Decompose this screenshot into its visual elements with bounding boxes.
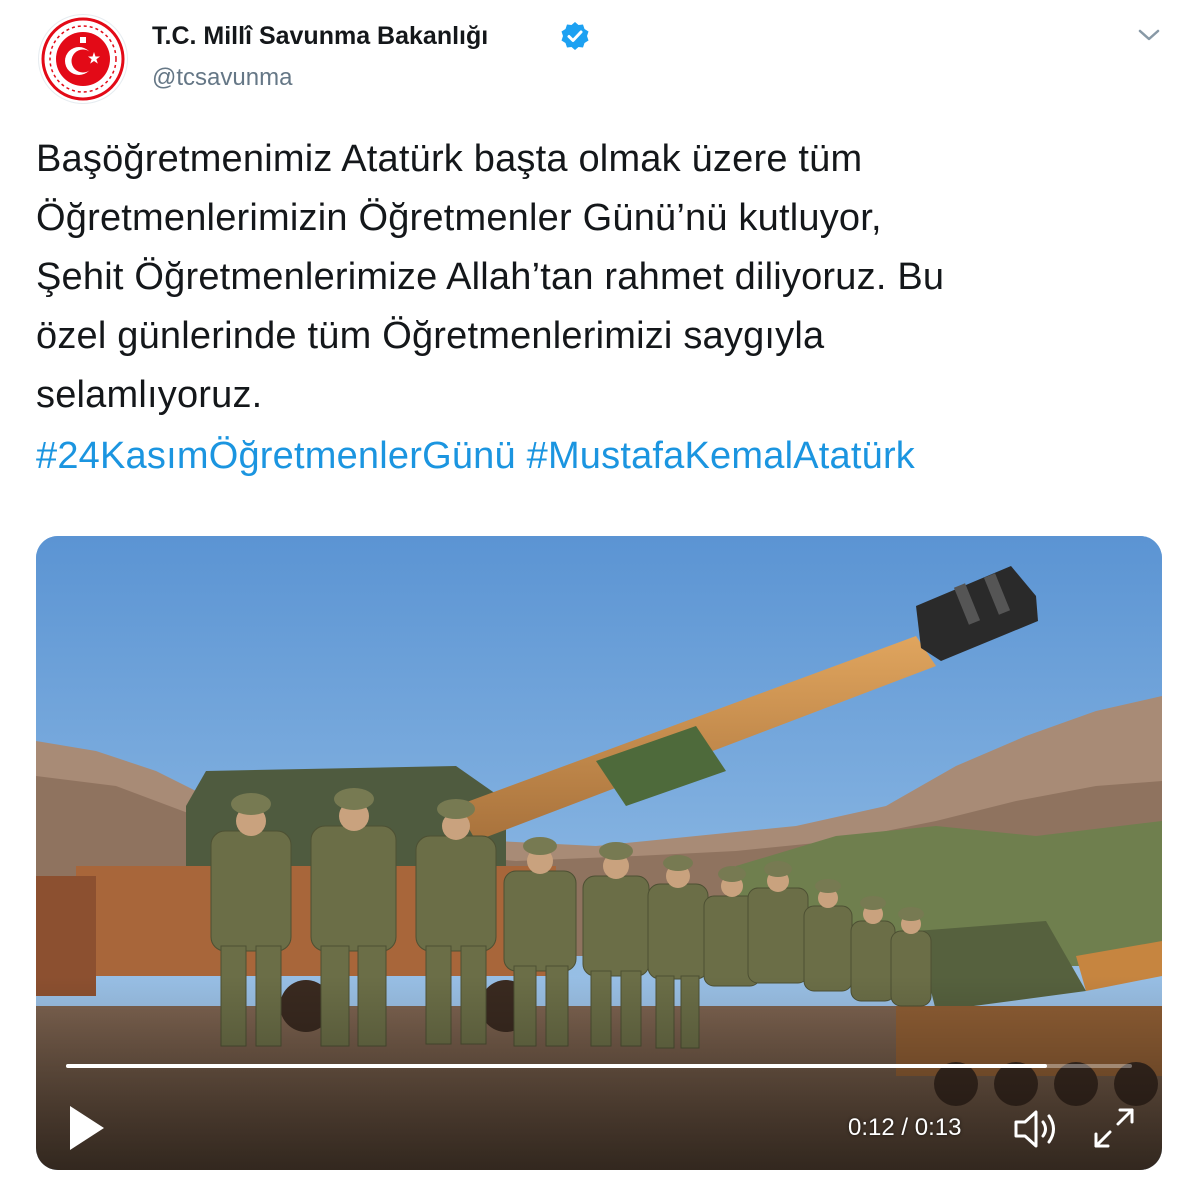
video-time-display: 0:12 / 0:13	[848, 1114, 962, 1141]
hashtag-link[interactable]: #MustafaKemalAtatürk	[527, 435, 915, 477]
chevron-down-icon[interactable]	[1134, 20, 1164, 50]
account-display-name[interactable]: T.C. Millî Savunma Bakanlığı	[152, 22, 488, 51]
tweet-card: T.C. Millî Savunma Bakanlığı @tcsavunma …	[0, 0, 1200, 1200]
volume-icon[interactable]	[1012, 1106, 1066, 1152]
video-frame	[36, 536, 1162, 1170]
account-handle[interactable]: @tcsavunma	[152, 64, 292, 92]
hashtag-line: #24KasımÖğretmenlerGünü #MustafaKemalAta…	[36, 427, 915, 486]
avatar[interactable]	[38, 14, 128, 104]
play-icon[interactable]	[66, 1102, 108, 1154]
hashtag-link[interactable]: #24KasımÖğretmenlerGünü	[36, 435, 516, 477]
ministry-crest-icon	[41, 17, 125, 101]
tweet-text: Başöğretmenimiz Atatürk başta olmak üzer…	[36, 138, 945, 416]
video-progress-fill	[66, 1064, 1047, 1068]
fullscreen-icon[interactable]	[1090, 1104, 1138, 1152]
video-progress-bar[interactable]	[66, 1064, 1132, 1068]
video-player[interactable]: 0:12 / 0:13	[36, 536, 1162, 1170]
verified-badge-icon	[561, 22, 589, 50]
